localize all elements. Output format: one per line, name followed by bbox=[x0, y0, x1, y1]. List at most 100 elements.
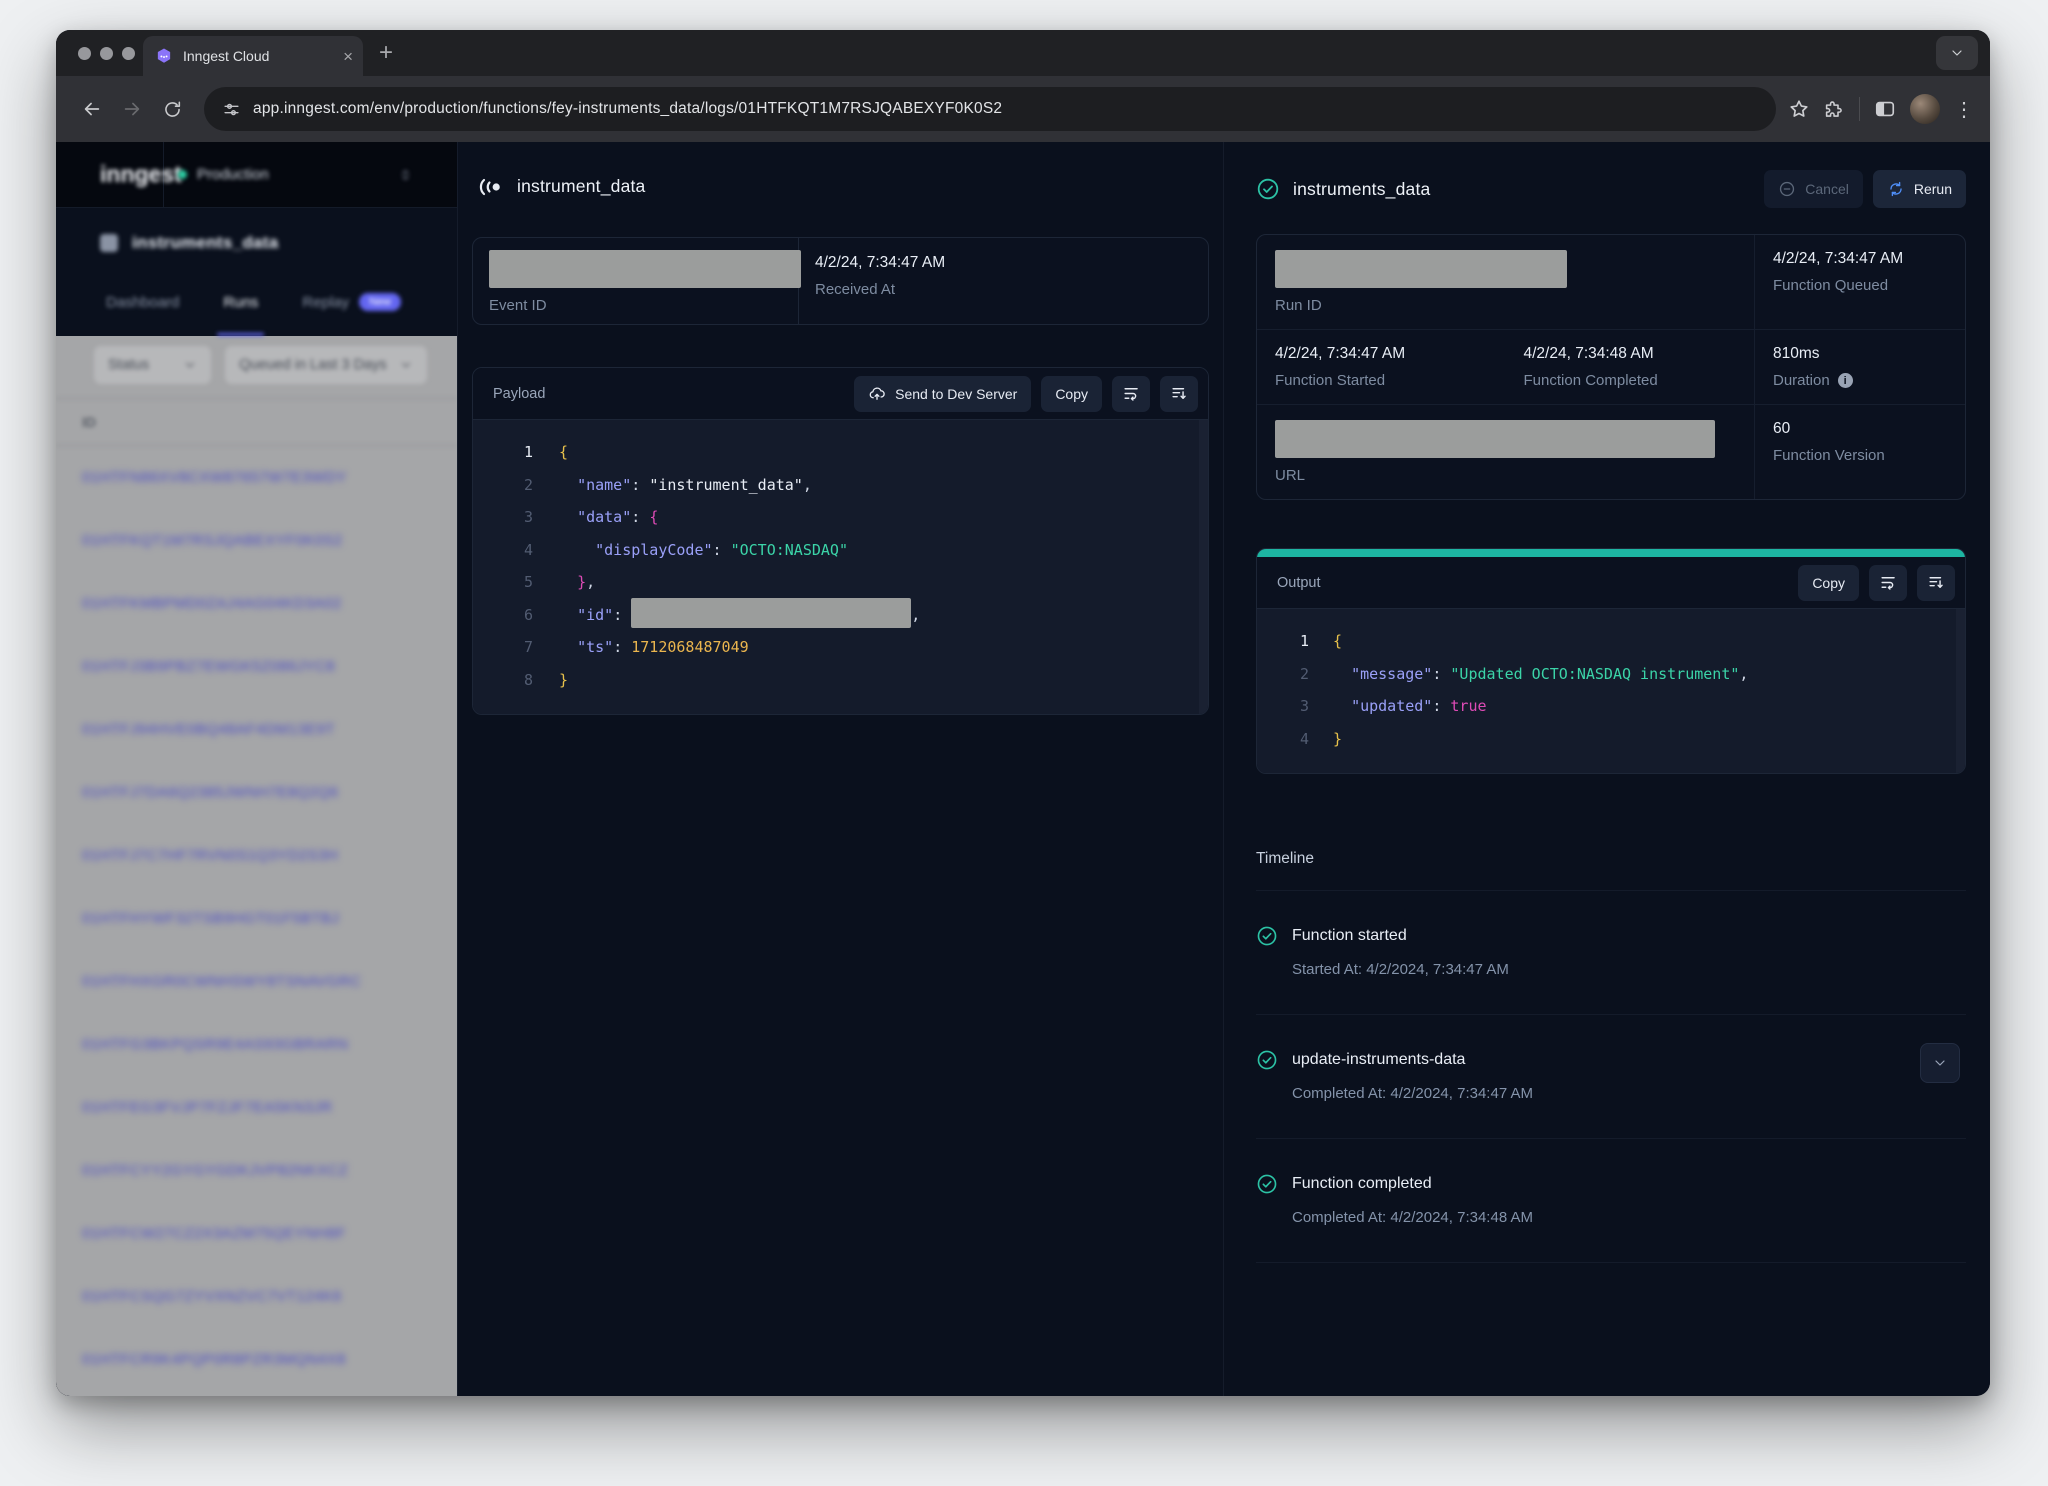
reload-button[interactable] bbox=[152, 89, 192, 129]
site-settings-icon[interactable] bbox=[222, 100, 241, 119]
bookmark-star-icon[interactable] bbox=[1788, 98, 1810, 120]
timeline-item-title: update-instruments-data bbox=[1292, 1051, 1465, 1069]
inngest-app: inngest Production instruments_data Dash… bbox=[56, 142, 1990, 1396]
zoom-window-icon[interactable] bbox=[122, 47, 135, 60]
tab-replay[interactable]: Replay New bbox=[302, 294, 401, 336]
run-id-link[interactable]: 01HTFCSQG7ZYVXNZVC7VT124K6 bbox=[56, 1265, 457, 1328]
timeline-item-timestamp: Completed At: 4/2/2024, 7:34:47 AM bbox=[1292, 1085, 1966, 1102]
send-to-dev-server-button[interactable]: Send to Dev Server bbox=[854, 376, 1031, 412]
time-range-filter[interactable]: Queued in Last 3 Days bbox=[225, 346, 427, 384]
run-id-link[interactable]: 01HTFEG3FVJP7FZJF7EA5KN3JR bbox=[56, 1076, 457, 1139]
output-copy-button[interactable]: Copy bbox=[1798, 565, 1859, 601]
payload-copy-button[interactable]: Copy bbox=[1041, 376, 1102, 412]
line-number: 1 bbox=[507, 436, 533, 469]
event-meta-card: Event ID 4/2/24, 7:34:47 AM Received At bbox=[472, 237, 1209, 325]
side-panel-icon[interactable] bbox=[1874, 98, 1896, 120]
expand-lines-icon bbox=[1170, 384, 1189, 403]
forward-button[interactable] bbox=[112, 89, 152, 129]
new-badge: New bbox=[359, 293, 401, 311]
code-line: 4} bbox=[1257, 723, 1965, 756]
expand-step-button[interactable] bbox=[1920, 1043, 1960, 1083]
code-line: 7 "ts": 1712068487049 bbox=[473, 631, 1208, 664]
info-icon[interactable]: i bbox=[1838, 373, 1853, 388]
expand-lines-button[interactable] bbox=[1160, 376, 1198, 412]
id-column-header: ID bbox=[56, 398, 457, 446]
redacted-value bbox=[631, 598, 911, 628]
tab-strip: Inngest Cloud × + bbox=[56, 30, 1990, 76]
run-id-link[interactable]: 01HTFJ7C7HF7RVN0S1Q3YD2S3H bbox=[56, 824, 457, 887]
browser-tab[interactable]: Inngest Cloud × bbox=[143, 36, 363, 76]
code-line: 4 "displayCode": "OCTO:NASDAQ" bbox=[473, 534, 1208, 567]
output-code[interactable]: 1{2 "message": "Updated OCTO:NASDAQ inst… bbox=[1257, 609, 1965, 773]
function-tabs: Dashboard Runs Replay New bbox=[56, 294, 457, 336]
inngest-logo[interactable]: inngest bbox=[56, 161, 163, 188]
event-header: instrument_data bbox=[478, 176, 1209, 197]
run-id-link[interactable]: 01HTFKQT1M7RSJQABEXYF0K0S2 bbox=[56, 509, 457, 572]
url-label: URL bbox=[1275, 467, 1736, 484]
url-text[interactable]: app.inngest.com/env/production/functions… bbox=[253, 100, 1002, 118]
step-success-check-icon bbox=[1256, 1049, 1278, 1071]
word-wrap-button[interactable] bbox=[1869, 565, 1907, 601]
output-title: Output bbox=[1277, 575, 1321, 591]
function-completed-cell: 4/2/24, 7:34:48 AM Function Completed bbox=[1506, 330, 1755, 405]
run-id-cell: Run ID bbox=[1257, 235, 1754, 330]
runs-filters: Status Queued in Last 3 Days bbox=[56, 336, 457, 384]
address-bar[interactable]: app.inngest.com/env/production/functions… bbox=[204, 87, 1776, 131]
tab-runs[interactable]: Runs bbox=[223, 294, 258, 336]
run-id-link[interactable]: 01HTFCR9K4PQP0R8PZR3MQN4X8 bbox=[56, 1328, 457, 1391]
timeline-item-timestamp: Started At: 4/2/2024, 7:34:47 AM bbox=[1292, 961, 1966, 978]
run-id-link[interactable]: 01HTFHYWF32TSB9HGT01F5BTBJ bbox=[56, 887, 457, 950]
word-wrap-icon bbox=[1122, 384, 1141, 403]
status-filter[interactable]: Status bbox=[94, 346, 211, 384]
tab-search-button[interactable] bbox=[1936, 36, 1978, 70]
toolbar-divider bbox=[1859, 97, 1860, 121]
profile-avatar[interactable] bbox=[1910, 94, 1940, 124]
output-success-bar bbox=[1257, 549, 1965, 557]
sidebar-top-bar: inngest Production bbox=[56, 142, 457, 208]
tab-close-icon[interactable]: × bbox=[343, 48, 353, 65]
line-number: 6 bbox=[507, 599, 533, 632]
traffic-lights[interactable] bbox=[78, 47, 135, 60]
close-window-icon[interactable] bbox=[78, 47, 91, 60]
cancel-circle-icon bbox=[1778, 180, 1796, 198]
run-id-link[interactable]: 01HTFJ94HVE0BQ48AF4DM13E9T bbox=[56, 698, 457, 761]
run-id-link[interactable]: 01HTFCW27CZ2X3AZM75QEYNH8F bbox=[56, 1202, 457, 1265]
run-id-link[interactable]: 01HTFG3BKPQSR9E4AS93GBRARN bbox=[56, 1013, 457, 1076]
line-number: 3 bbox=[1287, 690, 1309, 723]
function-started-cell: 4/2/24, 7:34:47 AM Function Started bbox=[1257, 330, 1506, 405]
code-line: 1{ bbox=[473, 436, 1208, 469]
env-status-dot bbox=[178, 170, 187, 179]
output-header: Output Copy bbox=[1257, 557, 1965, 609]
run-id-link[interactable]: 01HTFKMBPMD0ZAJ4AG04KD3A02 bbox=[56, 572, 457, 635]
rerun-button[interactable]: Rerun bbox=[1873, 170, 1966, 208]
cancel-button[interactable]: Cancel bbox=[1764, 170, 1863, 208]
new-tab-button[interactable]: + bbox=[379, 39, 393, 67]
function-queued-cell: 4/2/24, 7:34:47 AM Function Queued bbox=[1754, 235, 1965, 330]
extensions-icon[interactable] bbox=[1824, 99, 1845, 120]
run-id-link[interactable]: 01HTFJ3B9PBZ7EWGK5Z086JYC8 bbox=[56, 635, 457, 698]
run-id-link[interactable]: 01HTFJ7DA6Q2385JWNH7E8Q2Q6 bbox=[56, 761, 457, 824]
minimize-window-icon[interactable] bbox=[100, 47, 113, 60]
line-number: 5 bbox=[507, 566, 533, 599]
payload-code[interactable]: 1{2 "name": "instrument_data",3 "data": … bbox=[473, 420, 1208, 714]
timeline-item: Function startedStarted At: 4/2/2024, 7:… bbox=[1256, 891, 1966, 1015]
word-wrap-icon bbox=[1879, 573, 1898, 592]
browser-menu-icon[interactable]: ⋮ bbox=[1954, 97, 1974, 122]
line-number: 1 bbox=[1287, 625, 1309, 658]
back-button[interactable] bbox=[72, 89, 112, 129]
event-stream-icon bbox=[478, 177, 504, 197]
code-line: 1{ bbox=[1257, 625, 1965, 658]
word-wrap-button[interactable] bbox=[1112, 376, 1150, 412]
output-card: Output Copy 1{2 "message": "Updated OCTO… bbox=[1256, 548, 1966, 774]
event-title: instrument_data bbox=[517, 176, 646, 197]
url-cell: URL bbox=[1257, 405, 1754, 499]
timeline: Function startedStarted At: 4/2/2024, 7:… bbox=[1256, 891, 1966, 1263]
run-id-link[interactable]: 01HTFHXGR0CWNHSWY8TSNAVGRC bbox=[56, 950, 457, 1013]
expand-lines-button[interactable] bbox=[1917, 565, 1955, 601]
environment-selector[interactable]: Production bbox=[178, 166, 457, 184]
tab-dashboard[interactable]: Dashboard bbox=[106, 294, 179, 336]
run-id-link[interactable]: 01HTFCYY2GYGYGDKJVP82NKXCZ bbox=[56, 1139, 457, 1202]
run-id-link[interactable]: 01HTFN86XV8CXW87657W7E3WDY bbox=[56, 446, 457, 509]
code-line: 8} bbox=[473, 664, 1208, 697]
code-line: 3 "updated": true bbox=[1257, 690, 1965, 723]
